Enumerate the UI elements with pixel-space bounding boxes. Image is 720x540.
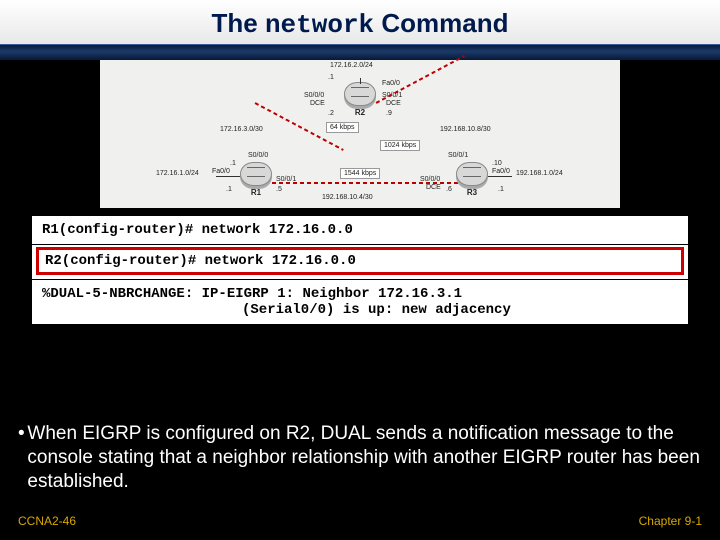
r3-addr-serial2: .6 [446, 186, 452, 193]
terminal-line-3a: %DUAL-5-NBRCHANGE: IP-EIGRP 1: Neighbor … [42, 286, 678, 302]
router-r2-label: R2 [345, 108, 375, 117]
bullet-text: When EIGRP is configured on R2, DUAL sen… [27, 422, 702, 493]
r1-if-serial: S0/0/0 [248, 152, 268, 159]
r3-addr-right: .1 [498, 186, 504, 193]
router-r3-label: R3 [457, 188, 487, 197]
title-pre: The [211, 8, 264, 38]
r1-if-left: Fa0/0 [212, 168, 230, 175]
terminal-line-2-wrap: R2(config-router)# network 172.16.0.0 [32, 247, 688, 280]
bullet-icon: • [18, 422, 27, 493]
router-r2-icon: R2 [344, 82, 376, 106]
title-keyword: network [265, 10, 374, 40]
terminal-line-1: R1(config-router)# network 172.16.0.0 [32, 216, 688, 245]
label-right-link: 192.168.10.8/30 [440, 126, 491, 133]
router-r3-icon: R3 [456, 162, 488, 186]
r2-sub-right: DCE [386, 100, 401, 107]
r2-sub-left: DCE [310, 100, 325, 107]
r2-addr-top: .1 [328, 74, 334, 81]
terminal-line-3: %DUAL-5-NBRCHANGE: IP-EIGRP 1: Neighbor … [32, 280, 688, 324]
badge-left-bw: 64 kbps [326, 122, 359, 133]
network-topology-diagram: 172.16.2.0/24 R2 .1 Fa0/0 S0/0/0 DCE .2 … [100, 60, 620, 208]
router-r1-label: R1 [241, 188, 271, 197]
label-right-lan: 192.168.1.0/24 [516, 170, 563, 177]
label-bottom-link: 192.168.10.4/30 [322, 194, 373, 201]
r3-sub2: DCE [426, 184, 441, 191]
r1-addr-serial2: .5 [276, 186, 282, 193]
footer-right: Chapter 9-1 [639, 514, 702, 528]
r2-addr-right: .9 [386, 110, 392, 117]
r3-if-serial: S0/0/1 [448, 152, 468, 159]
stub-r1-left [216, 176, 240, 177]
router-r1-icon: R1 [240, 162, 272, 186]
r2-if-left: S0/0/0 [304, 92, 324, 99]
r2-addr-left: .2 [328, 110, 334, 117]
r1-if-serial2: S0/0/1 [276, 176, 296, 183]
r3-addr-serial: .10 [492, 160, 502, 167]
r1-addr-serial: .1 [230, 160, 236, 167]
terminal-line-2-highlight: R2(config-router)# network 172.16.0.0 [36, 247, 684, 275]
label-top-net: 172.16.2.0/24 [330, 62, 373, 69]
badge-bottom-bw: 1544 kbps [340, 168, 380, 179]
stub-r2-top [360, 78, 361, 84]
bullet-item: • When EIGRP is configured on R2, DUAL s… [18, 422, 702, 493]
stub-r3-right [488, 176, 512, 177]
bullet-list: • When EIGRP is configured on R2, DUAL s… [18, 422, 702, 493]
terminal-line-3b: (Serial0/0) is up: new adjacency [42, 302, 678, 318]
r2-if-top: Fa0/0 [382, 80, 400, 87]
terminal-output-box: R1(config-router)# network 172.16.0.0 R2… [28, 212, 692, 328]
footer-left: CCNA2-46 [18, 514, 76, 528]
label-left-link: 172.16.3.0/30 [220, 126, 263, 133]
r1-addr-left: .1 [226, 186, 232, 193]
title-post: Command [374, 8, 508, 38]
label-left-lan: 172.16.1.0/24 [156, 170, 199, 177]
badge-right-bw: 1024 kbps [380, 140, 420, 151]
r3-if-right: Fa0/0 [492, 168, 510, 175]
r3-if-serial2: S0/0/0 [420, 176, 440, 183]
slide-content: 172.16.2.0/24 R2 .1 Fa0/0 S0/0/0 DCE .2 … [0, 60, 720, 540]
slide-title: The network Command [0, 0, 720, 44]
